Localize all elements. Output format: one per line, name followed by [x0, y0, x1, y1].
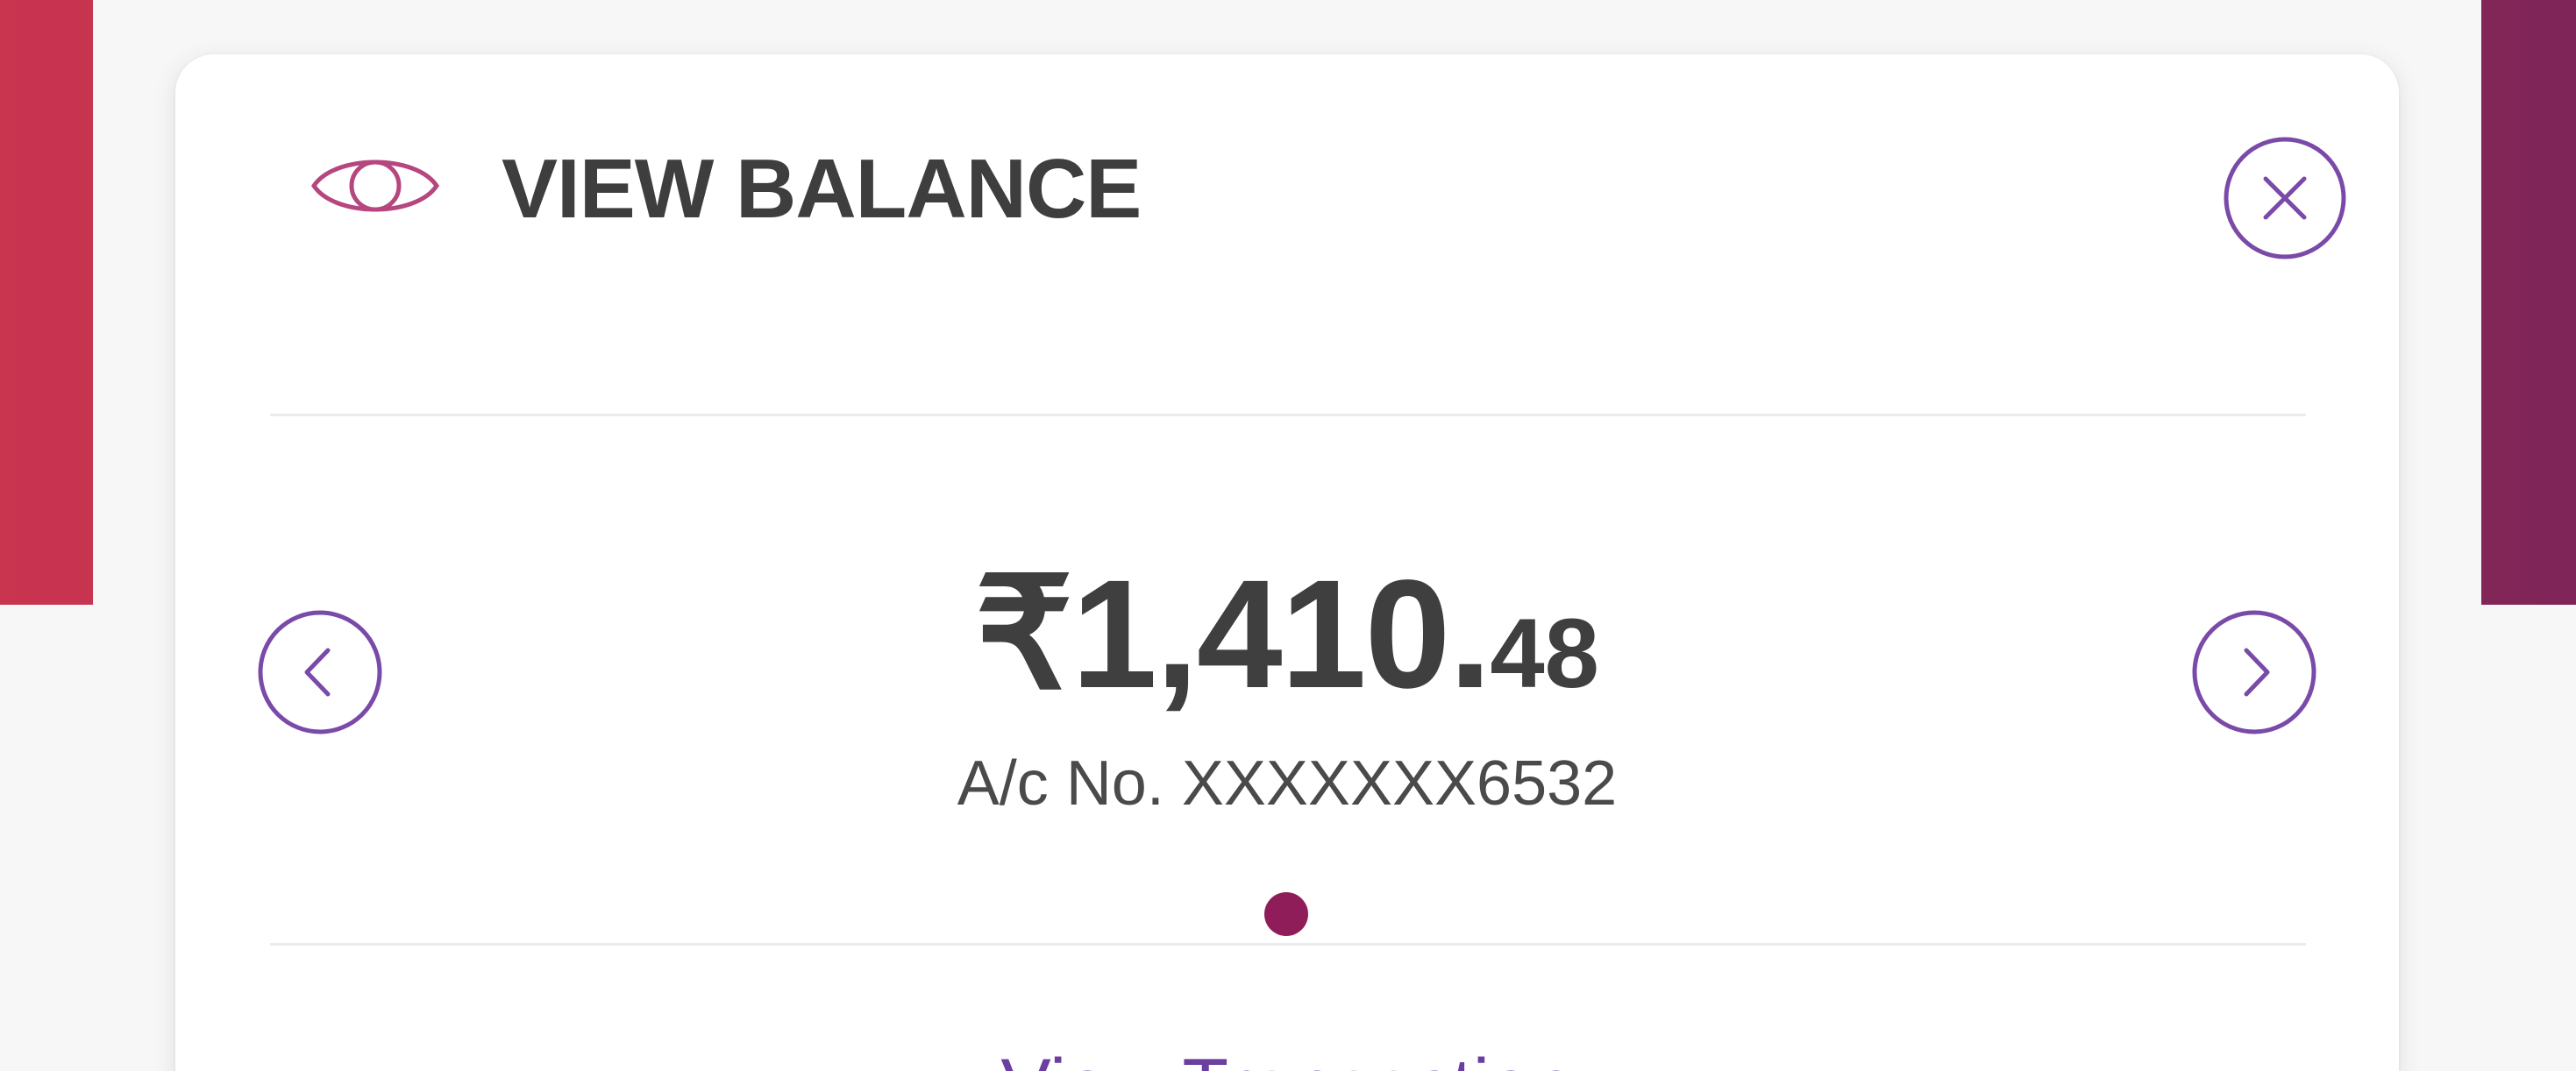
divider-bottom — [270, 943, 2306, 946]
divider-top — [270, 414, 2306, 416]
balance-amount: ₹1,410.48 — [175, 557, 2399, 712]
card-header: VIEW BALANCE — [175, 54, 2399, 259]
balance-decimal: 48 — [1490, 599, 1599, 708]
balance-whole: 1,410. — [1071, 549, 1491, 720]
view-transaction-link[interactable]: View Transaction — [175, 1048, 2399, 1071]
app-screen: VIEW BALANCE ₹1,410.48 A/c No. XXXXXXX65… — [0, 0, 2576, 1071]
carousel-dot-active[interactable] — [1264, 892, 1308, 936]
view-balance-card: VIEW BALANCE ₹1,410.48 A/c No. XXXXXXX65… — [175, 54, 2399, 1071]
balance-currency: ₹ — [975, 549, 1073, 720]
page-title: VIEW BALANCE — [502, 142, 1142, 236]
close-icon[interactable] — [2222, 135, 2348, 261]
chevron-right-icon[interactable] — [2190, 608, 2318, 736]
account-number: A/c No. XXXXXXX6532 — [957, 748, 1618, 819]
eye-icon — [310, 160, 440, 212]
